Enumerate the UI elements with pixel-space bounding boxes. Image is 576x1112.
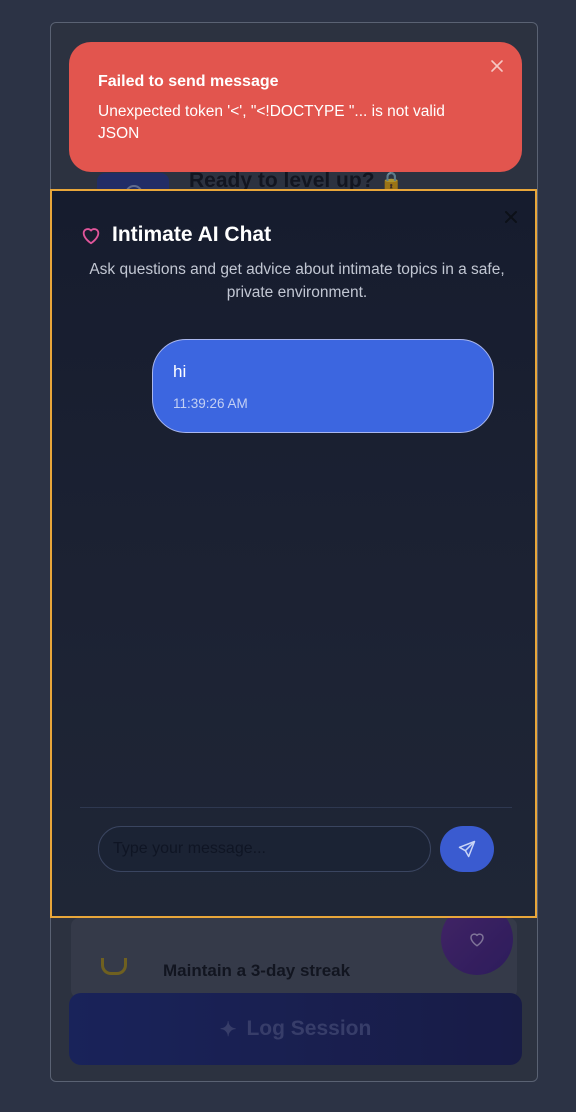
dialog-header: Intimate AI Chat	[80, 223, 271, 247]
dialog-description: Ask questions and get advice about intim…	[89, 261, 505, 301]
error-toast: Failed to send message Unexpected token …	[69, 42, 522, 172]
close-icon[interactable]	[505, 211, 517, 223]
user-message: hi 11:39:26 AM	[152, 339, 494, 433]
message-text: hi	[173, 362, 187, 381]
message-timestamp: 11:39:26 AM	[173, 396, 248, 411]
send-icon	[458, 840, 476, 858]
close-icon[interactable]	[490, 59, 504, 73]
message-input[interactable]	[98, 826, 431, 872]
chat-dialog: Intimate AI Chat Ask questions and get a…	[50, 189, 537, 918]
input-divider	[80, 807, 512, 808]
send-button[interactable]	[440, 826, 494, 872]
heart-icon	[82, 228, 100, 245]
toast-title: Failed to send message	[98, 73, 279, 90]
toast-message: Unexpected token '<', "<!DOCTYPE "... is…	[98, 103, 445, 142]
dialog-title: Intimate AI Chat	[112, 223, 272, 246]
